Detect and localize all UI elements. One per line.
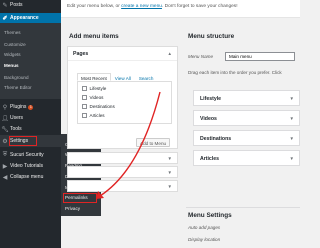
annotation-arrow (96, 91, 161, 199)
